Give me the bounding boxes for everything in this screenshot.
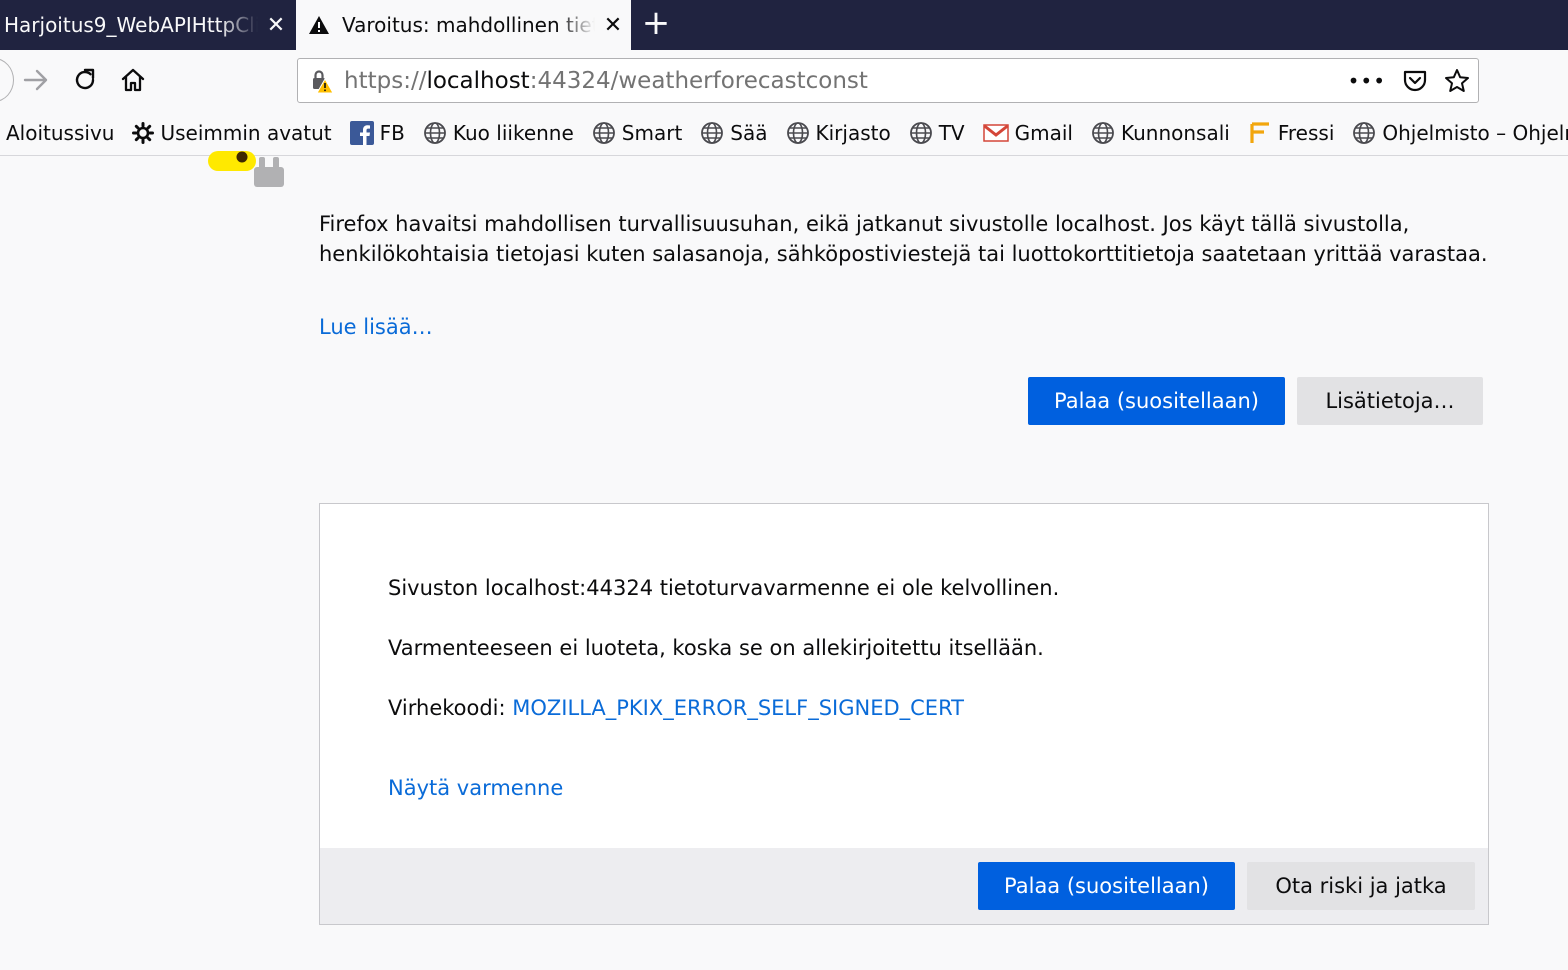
bookmark-label: Sää: [730, 120, 768, 145]
bookmark-gmail[interactable]: Gmail: [982, 120, 1073, 145]
back-button[interactable]: [0, 58, 14, 102]
gmail-icon: [982, 123, 1009, 143]
bookmark-aloitussivu[interactable]: Aloitussivu: [6, 121, 114, 145]
bookmark-label: Kuo liikenne: [452, 120, 574, 145]
url-text[interactable]: https://localhost:44324/weatherforecastc…: [344, 68, 868, 94]
bookmark-tv[interactable]: TV: [909, 121, 965, 145]
url-host: localhost: [426, 67, 530, 94]
bookmarks-toolbar: Aloitussivu Useimmin avatut FB Kuo liike…: [0, 110, 1568, 156]
url-bar[interactable]: https://localhost:44324/weatherforecastc…: [297, 58, 1479, 103]
pocket-icon[interactable]: [1402, 69, 1428, 93]
bookmark-saa[interactable]: Sää: [700, 120, 768, 145]
tab-title: Varoitus: mahdollinen tietoturvariski: [342, 13, 595, 37]
globe-icon: [786, 121, 810, 145]
navigation-toolbar: https://localhost:44324/weatherforecastc…: [0, 50, 1568, 110]
insecure-lock-warning-icon[interactable]: [298, 68, 344, 94]
forward-button[interactable]: [18, 62, 54, 98]
bookmark-label: Ohjelmisto – Ohjelmar...: [1382, 120, 1568, 145]
advanced-panel: Sivuston localhost:44324 tietoturvavarme…: [319, 503, 1489, 925]
bookmark-label: Fressi: [1277, 120, 1335, 145]
tab-strip: Harjoitus9_WebAPIHttpClient ✕ Varoitus: …: [0, 0, 1568, 50]
globe-icon: [423, 121, 447, 145]
bookmark-kirjasto[interactable]: Kirjasto: [786, 121, 891, 145]
fressi-icon: [1248, 121, 1272, 145]
advanced-panel-footer: Palaa (suositellaan) Ota riski ja jatka: [320, 848, 1488, 924]
close-tab-icon[interactable]: ✕: [595, 13, 631, 38]
bookmark-smart[interactable]: Smart: [592, 120, 683, 145]
accept-risk-button[interactable]: Ota riski ja jatka: [1247, 862, 1475, 910]
warning-illustration-icon: [208, 151, 284, 187]
globe-icon: [1352, 121, 1376, 145]
page-actions-button[interactable]: •••: [1348, 69, 1386, 93]
warning-description-line: Firefox havaitsi mahdollisen turvallisuu…: [319, 212, 1410, 236]
error-code-label: Virhekoodi:: [388, 696, 513, 720]
bookmark-label: Kirjasto: [815, 120, 891, 145]
globe-icon: [592, 121, 616, 145]
close-tab-icon[interactable]: ✕: [258, 13, 294, 38]
home-button[interactable]: [115, 62, 151, 98]
warning-icon: [296, 15, 342, 35]
view-certificate-link[interactable]: Näytä varmenne: [388, 776, 563, 800]
error-page: Firefox havaitsi mahdollisen turvallisuu…: [0, 151, 1568, 970]
bookmark-ohjelmisto[interactable]: Ohjelmisto – Ohjelmar...: [1352, 121, 1568, 145]
self-signed-text: Varmenteeseen ei luoteta, koska se on al…: [388, 636, 1044, 660]
bookmark-fressi[interactable]: Fressi: [1248, 120, 1335, 145]
tab-security-warning[interactable]: Varoitus: mahdollinen tietoturvariski ✕: [296, 0, 631, 50]
advanced-button[interactable]: Lisätietoja…: [1297, 377, 1483, 425]
tab-harjoitus9[interactable]: Harjoitus9_WebAPIHttpClient ✕: [0, 0, 294, 50]
forward-arrow-icon: [23, 69, 48, 91]
reload-button[interactable]: [67, 62, 103, 98]
reload-icon: [75, 68, 95, 90]
bookmark-kuo-liikenne[interactable]: Kuo liikenne: [423, 121, 574, 145]
url-path: :44324/weatherforecastconst: [529, 67, 868, 94]
warning-description-line: henkilökohtaisia tietojasi kuten salasan…: [319, 242, 1488, 266]
new-tab-button[interactable]: +: [636, 0, 676, 50]
url-scheme: https://: [344, 67, 427, 94]
bookmark-label: Aloitussivu: [6, 120, 115, 145]
error-code-line: Virhekoodi: MOZILLA_PKIX_ERROR_SELF_SIGN…: [388, 696, 964, 720]
bookmark-label: Kunnonsali: [1120, 120, 1230, 145]
bookmark-kunnonsali[interactable]: Kunnonsali: [1091, 121, 1230, 145]
panel-go-back-button[interactable]: Palaa (suositellaan): [978, 862, 1235, 910]
gear-icon: [132, 121, 155, 144]
url-actions: •••: [1348, 59, 1470, 102]
bookmark-star-icon[interactable]: [1444, 68, 1470, 94]
learn-more-link[interactable]: Lue lisää…: [319, 315, 433, 339]
bookmark-label: TV: [938, 120, 965, 145]
bookmark-label: Gmail: [1014, 120, 1073, 145]
error-code-link[interactable]: MOZILLA_PKIX_ERROR_SELF_SIGNED_CERT: [512, 696, 964, 720]
go-back-button[interactable]: Palaa (suositellaan): [1028, 377, 1285, 425]
globe-icon: [700, 121, 724, 145]
facebook-icon: [349, 120, 374, 145]
bookmark-fb[interactable]: FB: [349, 120, 405, 145]
bookmark-label: FB: [379, 120, 405, 145]
home-icon: [121, 68, 145, 92]
warning-description: Firefox havaitsi mahdollisen turvallisuu…: [319, 209, 1499, 269]
bookmark-label: Useimmin avatut: [160, 120, 332, 145]
globe-icon: [1091, 121, 1115, 145]
certificate-invalid-text: Sivuston localhost:44324 tietoturvavarme…: [388, 576, 1060, 600]
globe-icon: [909, 121, 933, 145]
bookmark-label: Smart: [621, 120, 683, 145]
tab-title: Harjoitus9_WebAPIHttpClient: [4, 13, 258, 37]
bookmark-useimmin-avatut[interactable]: Useimmin avatut: [132, 120, 332, 145]
